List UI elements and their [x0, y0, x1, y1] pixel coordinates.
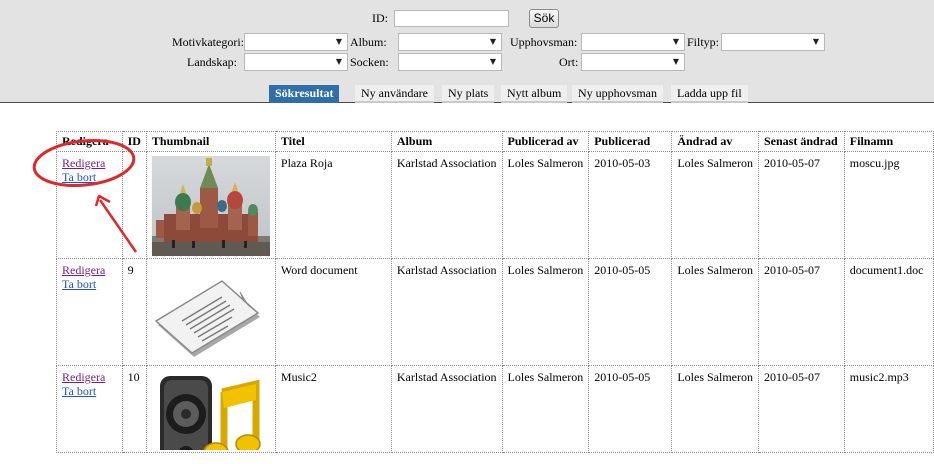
- thumbnail-cell: [145, 258, 276, 366]
- edit-cell: Redigera Ta bort: [56, 258, 123, 366]
- publicerad-av-cell: Loles Salmeron: [501, 365, 590, 453]
- delete-link[interactable]: Ta bort: [62, 277, 117, 291]
- socken-label: Socken:: [350, 55, 389, 69]
- edit-cell: Redigera Ta bort: [56, 151, 123, 259]
- id-cell: [121, 151, 147, 259]
- upphovsman-select[interactable]: ▼: [581, 33, 685, 51]
- ort-select[interactable]: ▼: [581, 53, 685, 71]
- tab-ladda-upp-fil[interactable]: Ladda upp fil: [671, 85, 748, 103]
- header-thumbnail: Thumbnail: [145, 131, 276, 152]
- tab-ny-upphovsman[interactable]: Ny upphovsman: [572, 85, 663, 103]
- album-select[interactable]: ▼: [398, 33, 502, 51]
- header-filnamn: Filnamn: [843, 131, 934, 152]
- dropdown-arrow-icon: ▼: [672, 57, 679, 66]
- tab-sokresultat[interactable]: Sökresultat: [269, 85, 340, 103]
- id-cell: 9: [121, 258, 147, 366]
- senast-andrad-cell: 2010-05-07: [757, 258, 845, 366]
- filtyp-select[interactable]: ▼: [721, 33, 825, 51]
- senast-andrad-cell: 2010-05-07: [757, 151, 845, 259]
- andrad-av-cell: Loles Salmeron: [671, 365, 759, 453]
- thumbnail-cell: [145, 365, 276, 453]
- upphovsman-label: Upphovsman:: [510, 35, 578, 49]
- table-header-row: Redigera ID Thumbnail Titel Album Public…: [56, 131, 934, 152]
- dropdown-arrow-icon: ▼: [489, 57, 496, 66]
- tab-ny-anvandare[interactable]: Ny användare: [355, 85, 434, 103]
- publicerad-cell: 2010-05-05: [588, 365, 673, 453]
- filnamn-cell: moscu.jpg: [843, 151, 934, 259]
- edit-link[interactable]: Redigera: [62, 156, 117, 170]
- header-titel: Titel: [274, 131, 392, 152]
- filtyp-label: Filtyp:: [687, 35, 720, 49]
- id-label: ID:: [372, 11, 388, 25]
- album-cell: Karlstad Association: [390, 151, 503, 259]
- table-row: Redigera Ta bort 10 Music2 Karlstad Asso…: [56, 365, 934, 453]
- speaker-music-icon: [159, 376, 261, 450]
- publicerad-cell: 2010-05-03: [588, 151, 673, 259]
- document-icon: [154, 280, 260, 357]
- music-thumbnail[interactable]: [152, 370, 270, 450]
- filnamn-cell: music2.mp3: [843, 365, 934, 453]
- edit-link[interactable]: Redigera: [62, 263, 117, 277]
- dropdown-arrow-icon: ▼: [489, 37, 496, 46]
- publicerad-av-cell: Loles Salmeron: [501, 258, 590, 366]
- header-publicerad: Publicerad: [588, 131, 673, 152]
- titel-cell: Plaza Roja: [274, 151, 392, 259]
- album-label: Album:: [350, 35, 387, 49]
- publicerad-av-cell: Loles Salmeron: [501, 151, 590, 259]
- socken-select[interactable]: ▼: [398, 53, 502, 71]
- andrad-av-cell: Loles Salmeron: [671, 258, 759, 366]
- table-row: Redigera Ta bort 9 Word document Karlsta…: [56, 258, 934, 366]
- tab-nytt-album[interactable]: Nytt album: [501, 85, 568, 103]
- cathedral-thumbnail[interactable]: [151, 156, 270, 256]
- thumbnail-cell: [145, 151, 276, 259]
- id-cell: 10: [121, 365, 147, 453]
- header-publicerad-av: Publicerad av: [501, 131, 590, 152]
- header-album: Album: [390, 131, 503, 152]
- cathedral-photo-icon: [151, 156, 270, 256]
- motivkategori-label: Motivkategori:: [172, 35, 244, 49]
- header-senast-andrad: Senast ändrad: [757, 131, 845, 152]
- titel-cell: Music2: [274, 365, 392, 453]
- search-button[interactable]: Sök: [529, 9, 559, 28]
- andrad-av-cell: Loles Salmeron: [671, 151, 759, 259]
- header-andrad-av: Ändrad av: [671, 131, 759, 152]
- edit-cell: Redigera Ta bort: [56, 365, 123, 453]
- dropdown-arrow-icon: ▼: [335, 37, 342, 46]
- id-input[interactable]: [394, 10, 509, 27]
- delete-link[interactable]: Ta bort: [62, 384, 117, 398]
- header-redigera: Redigera: [56, 131, 123, 152]
- results-table: Redigera ID Thumbnail Titel Album Public…: [56, 131, 934, 453]
- dropdown-arrow-icon: ▼: [672, 37, 679, 46]
- motivkategori-select[interactable]: ▼: [244, 33, 348, 51]
- dropdown-arrow-icon: ▼: [335, 57, 342, 66]
- header-id: ID: [121, 131, 147, 152]
- tab-ny-plats[interactable]: Ny plats: [442, 85, 495, 103]
- titel-cell: Word document: [274, 258, 392, 366]
- publicerad-cell: 2010-05-05: [588, 258, 673, 366]
- landskap-label: Landskap:: [187, 55, 237, 69]
- filnamn-cell: document1.doc: [843, 258, 934, 366]
- delete-link[interactable]: Ta bort: [62, 170, 117, 184]
- document-thumbnail[interactable]: [152, 263, 270, 363]
- landskap-select[interactable]: ▼: [244, 53, 348, 71]
- senast-andrad-cell: 2010-05-07: [757, 365, 845, 453]
- search-panel: ID: Sök Motivkategori: ▼ Album: ▼ Upphov…: [0, 0, 934, 103]
- album-cell: Karlstad Association: [390, 258, 503, 366]
- edit-link[interactable]: Redigera: [62, 370, 117, 384]
- table-row: Redigera Ta bort Plaza Roja Karlstad Ass…: [56, 151, 934, 259]
- ort-label: Ort:: [559, 55, 579, 69]
- dropdown-arrow-icon: ▼: [812, 37, 819, 46]
- album-cell: Karlstad Association: [390, 365, 503, 453]
